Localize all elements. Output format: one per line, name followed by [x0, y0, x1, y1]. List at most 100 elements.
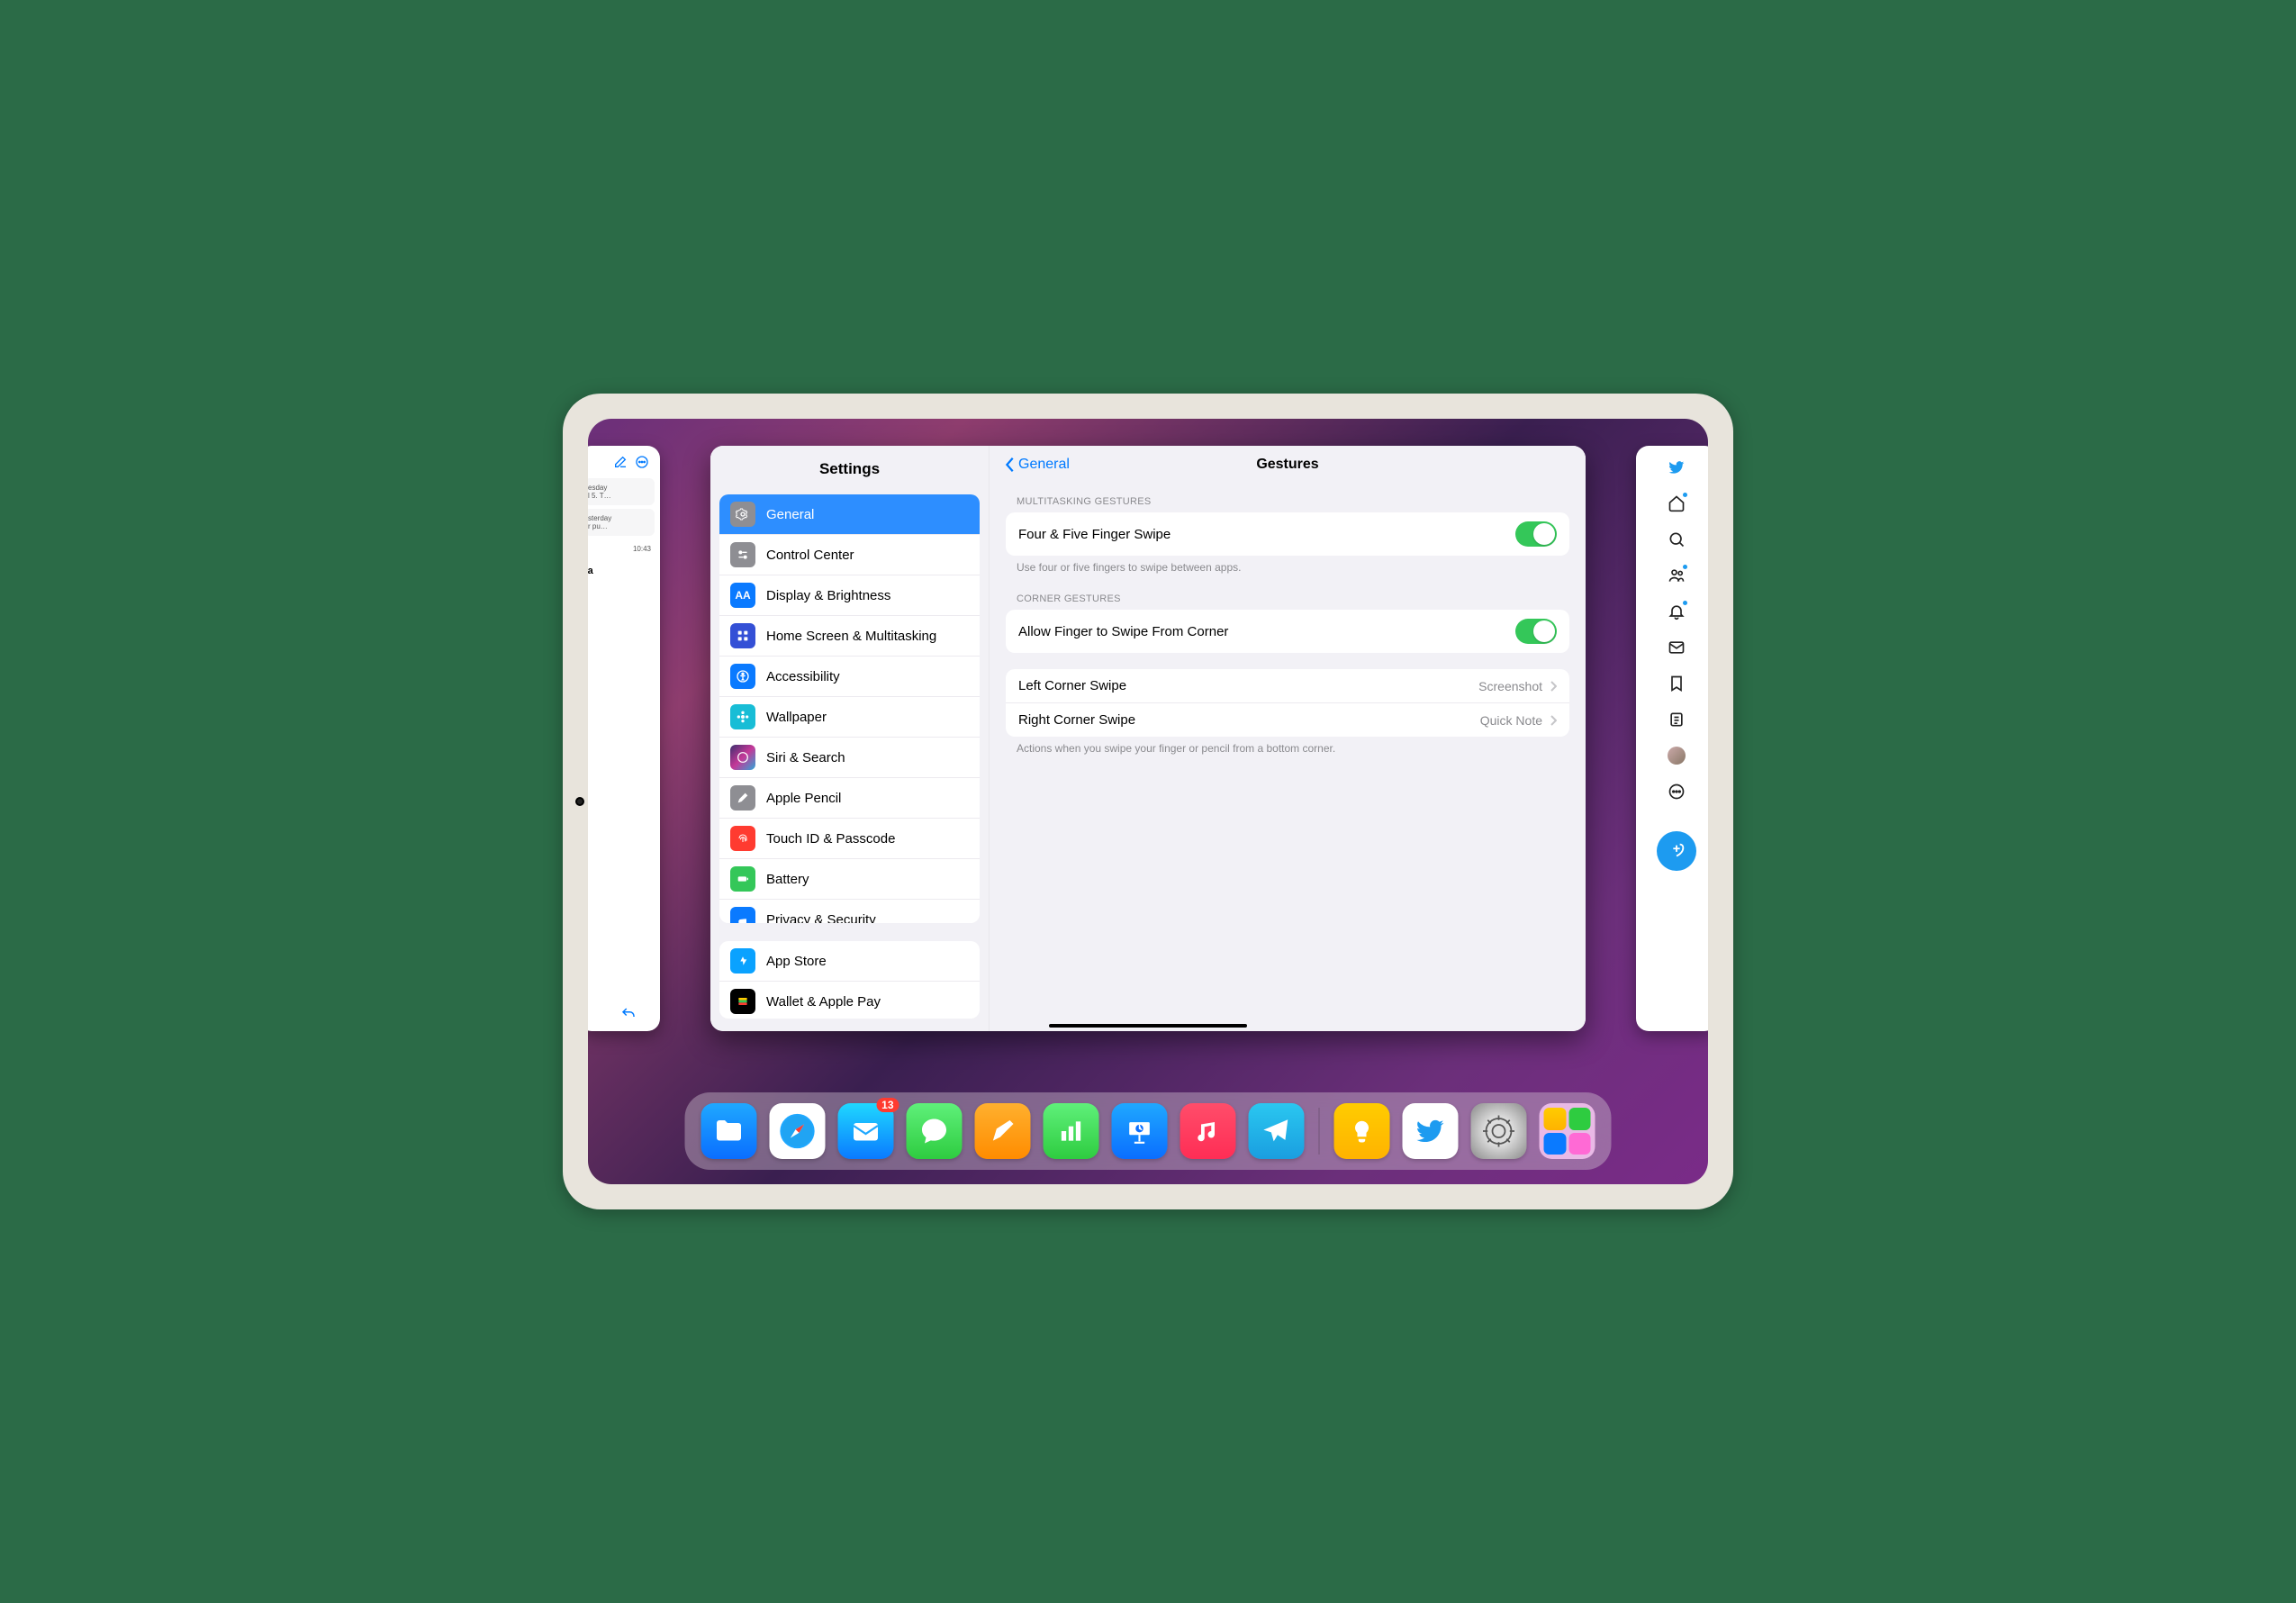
sidebar-item-home-screen[interactable]: Home Screen & Multitasking: [719, 616, 980, 657]
battery-icon: [730, 866, 755, 892]
row-four-five-finger-swipe[interactable]: Four & Five Finger Swipe: [1006, 512, 1569, 556]
row-label: Allow Finger to Swipe From Corner: [1018, 624, 1228, 639]
dock-app-keynote[interactable]: [1112, 1103, 1168, 1159]
grid-icon: [730, 623, 755, 648]
compose-tweet-button[interactable]: [1657, 831, 1696, 871]
accessibility-icon: [730, 664, 755, 689]
message-preview-card[interactable]: esday l 5. T…: [588, 478, 655, 505]
reply-icon[interactable]: [620, 1006, 637, 1022]
row-label: Four & Five Finger Swipe: [1018, 527, 1171, 542]
message-preview-card[interactable]: sterday r pu…: [588, 509, 655, 536]
sidebar-item-control-center[interactable]: Control Center: [719, 535, 980, 575]
sidebar-item-label: Wallet & Apple Pay: [766, 994, 881, 1010]
dock-app-tips[interactable]: [1334, 1103, 1390, 1159]
dock-app-music[interactable]: [1180, 1103, 1236, 1159]
home-indicator[interactable]: [1049, 1024, 1247, 1028]
aa-icon: AA: [730, 583, 755, 608]
sidebar-title: Settings: [710, 446, 989, 489]
gear-icon: [730, 502, 755, 527]
sidebar-item-apple-pencil[interactable]: Apple Pencil: [719, 778, 980, 819]
dock-app-pages[interactable]: [975, 1103, 1031, 1159]
pencil-icon: [730, 785, 755, 811]
chevron-right-icon: [1550, 714, 1557, 727]
sidebar-item-label: Privacy & Security: [766, 912, 876, 924]
row-allow-finger-swipe[interactable]: Allow Finger to Swipe From Corner: [1006, 610, 1569, 653]
sidebar-item-wallet[interactable]: Wallet & Apple Pay: [719, 982, 980, 1019]
preview-line: r pu…: [588, 522, 651, 530]
lists-icon[interactable]: [1668, 711, 1686, 729]
back-button[interactable]: General: [1004, 457, 1070, 473]
profile-avatar[interactable]: [1668, 747, 1686, 765]
sidebar-item-siri[interactable]: Siri & Search: [719, 738, 980, 778]
row-value: Screenshot: [1478, 679, 1542, 693]
sidebar-item-label: Control Center: [766, 548, 854, 563]
preview-line: sterday: [588, 514, 651, 522]
sidebar-item-label: Siri & Search: [766, 750, 845, 765]
sidebar-item-label: App Store: [766, 954, 827, 969]
sidebar-item-label: Home Screen & Multitasking: [766, 629, 936, 644]
appstore-icon: [730, 948, 755, 974]
sidebar-item-label: General: [766, 507, 814, 522]
stage-manager-left-app[interactable]: esday l 5. T… sterday r pu… 10:43 ta: [588, 446, 660, 1031]
sidebar-item-privacy[interactable]: Privacy & Security: [719, 900, 980, 923]
sidebar-item-label: Apple Pencil: [766, 791, 841, 806]
timestamp: 10:43: [588, 539, 656, 558]
switches-icon: [730, 542, 755, 567]
dock-app-mail[interactable]: 13: [838, 1103, 894, 1159]
sidebar-item-accessibility[interactable]: Accessibility: [719, 657, 980, 697]
notifications-icon[interactable]: [1668, 602, 1686, 620]
bookmarks-icon[interactable]: [1668, 675, 1686, 693]
messages-icon[interactable]: [1668, 638, 1686, 657]
sidebar-item-app-store[interactable]: App Store: [719, 941, 980, 982]
back-label: General: [1018, 457, 1070, 473]
sidebar-item-battery[interactable]: Battery: [719, 859, 980, 900]
dock-app-safari[interactable]: [770, 1103, 826, 1159]
sidebar-item-label: Battery: [766, 872, 809, 887]
row-value: Quick Note: [1480, 713, 1542, 728]
more-circle-icon[interactable]: [635, 455, 649, 469]
section-footer: Use four or five fingers to swipe betwee…: [990, 556, 1586, 577]
home-icon[interactable]: [1668, 494, 1686, 512]
settings-sidebar: Settings General Control Ce: [710, 446, 990, 1031]
sidebar-item-touch-id[interactable]: Touch ID & Passcode: [719, 819, 980, 859]
sidebar-item-label: Accessibility: [766, 669, 840, 684]
settings-detail-pane: General Gestures MULTITASKING GESTURES F…: [990, 446, 1586, 1031]
dock-app-telegram[interactable]: [1249, 1103, 1305, 1159]
compose-icon[interactable]: [613, 455, 628, 469]
sidebar-item-display[interactable]: AA Display & Brightness: [719, 575, 980, 616]
dock-recent-apps-stack[interactable]: [1540, 1103, 1595, 1159]
flower-icon: [730, 704, 755, 729]
settings-group: App Store Wallet & Apple Pay: [719, 941, 980, 1019]
dock-app-files[interactable]: [701, 1103, 757, 1159]
sidebar-item-label: Touch ID & Passcode: [766, 831, 895, 847]
row-left-corner-swipe[interactable]: Left Corner Swipe Screenshot: [1006, 669, 1569, 703]
toggle-switch[interactable]: [1515, 619, 1557, 644]
dock-app-twitter[interactable]: [1403, 1103, 1459, 1159]
sidebar-item-general[interactable]: General: [719, 494, 980, 535]
front-camera: [575, 797, 584, 806]
dock-app-messages[interactable]: [907, 1103, 963, 1159]
siri-icon: [730, 745, 755, 770]
dock-separator: [1319, 1108, 1320, 1155]
section-footer: Actions when you swipe your finger or pe…: [990, 737, 1586, 758]
row-label: Left Corner Swipe: [1018, 678, 1126, 693]
sidebar-item-wallpaper[interactable]: Wallpaper: [719, 697, 980, 738]
toggle-switch[interactable]: [1515, 521, 1557, 547]
sidebar-item-label: Wallpaper: [766, 710, 827, 725]
row-label: Right Corner Swipe: [1018, 712, 1135, 728]
fingerprint-icon: [730, 826, 755, 851]
search-icon[interactable]: [1668, 530, 1686, 548]
communities-icon[interactable]: [1668, 566, 1686, 584]
detail-title: Gestures: [1256, 457, 1318, 473]
dock-app-numbers[interactable]: [1044, 1103, 1099, 1159]
chevron-right-icon: [1550, 680, 1557, 693]
row-right-corner-swipe[interactable]: Right Corner Swipe Quick Note: [1006, 703, 1569, 737]
mail-badge: 13: [876, 1098, 899, 1112]
more-icon[interactable]: [1668, 783, 1686, 801]
stage-manager-right-app[interactable]: [1636, 446, 1708, 1031]
section-header: CORNER GESTURES: [990, 577, 1586, 610]
wallet-icon: [730, 989, 755, 1014]
hand-icon: [730, 907, 755, 923]
dock-app-settings[interactable]: [1471, 1103, 1527, 1159]
twitter-bird-icon[interactable]: [1668, 458, 1686, 476]
